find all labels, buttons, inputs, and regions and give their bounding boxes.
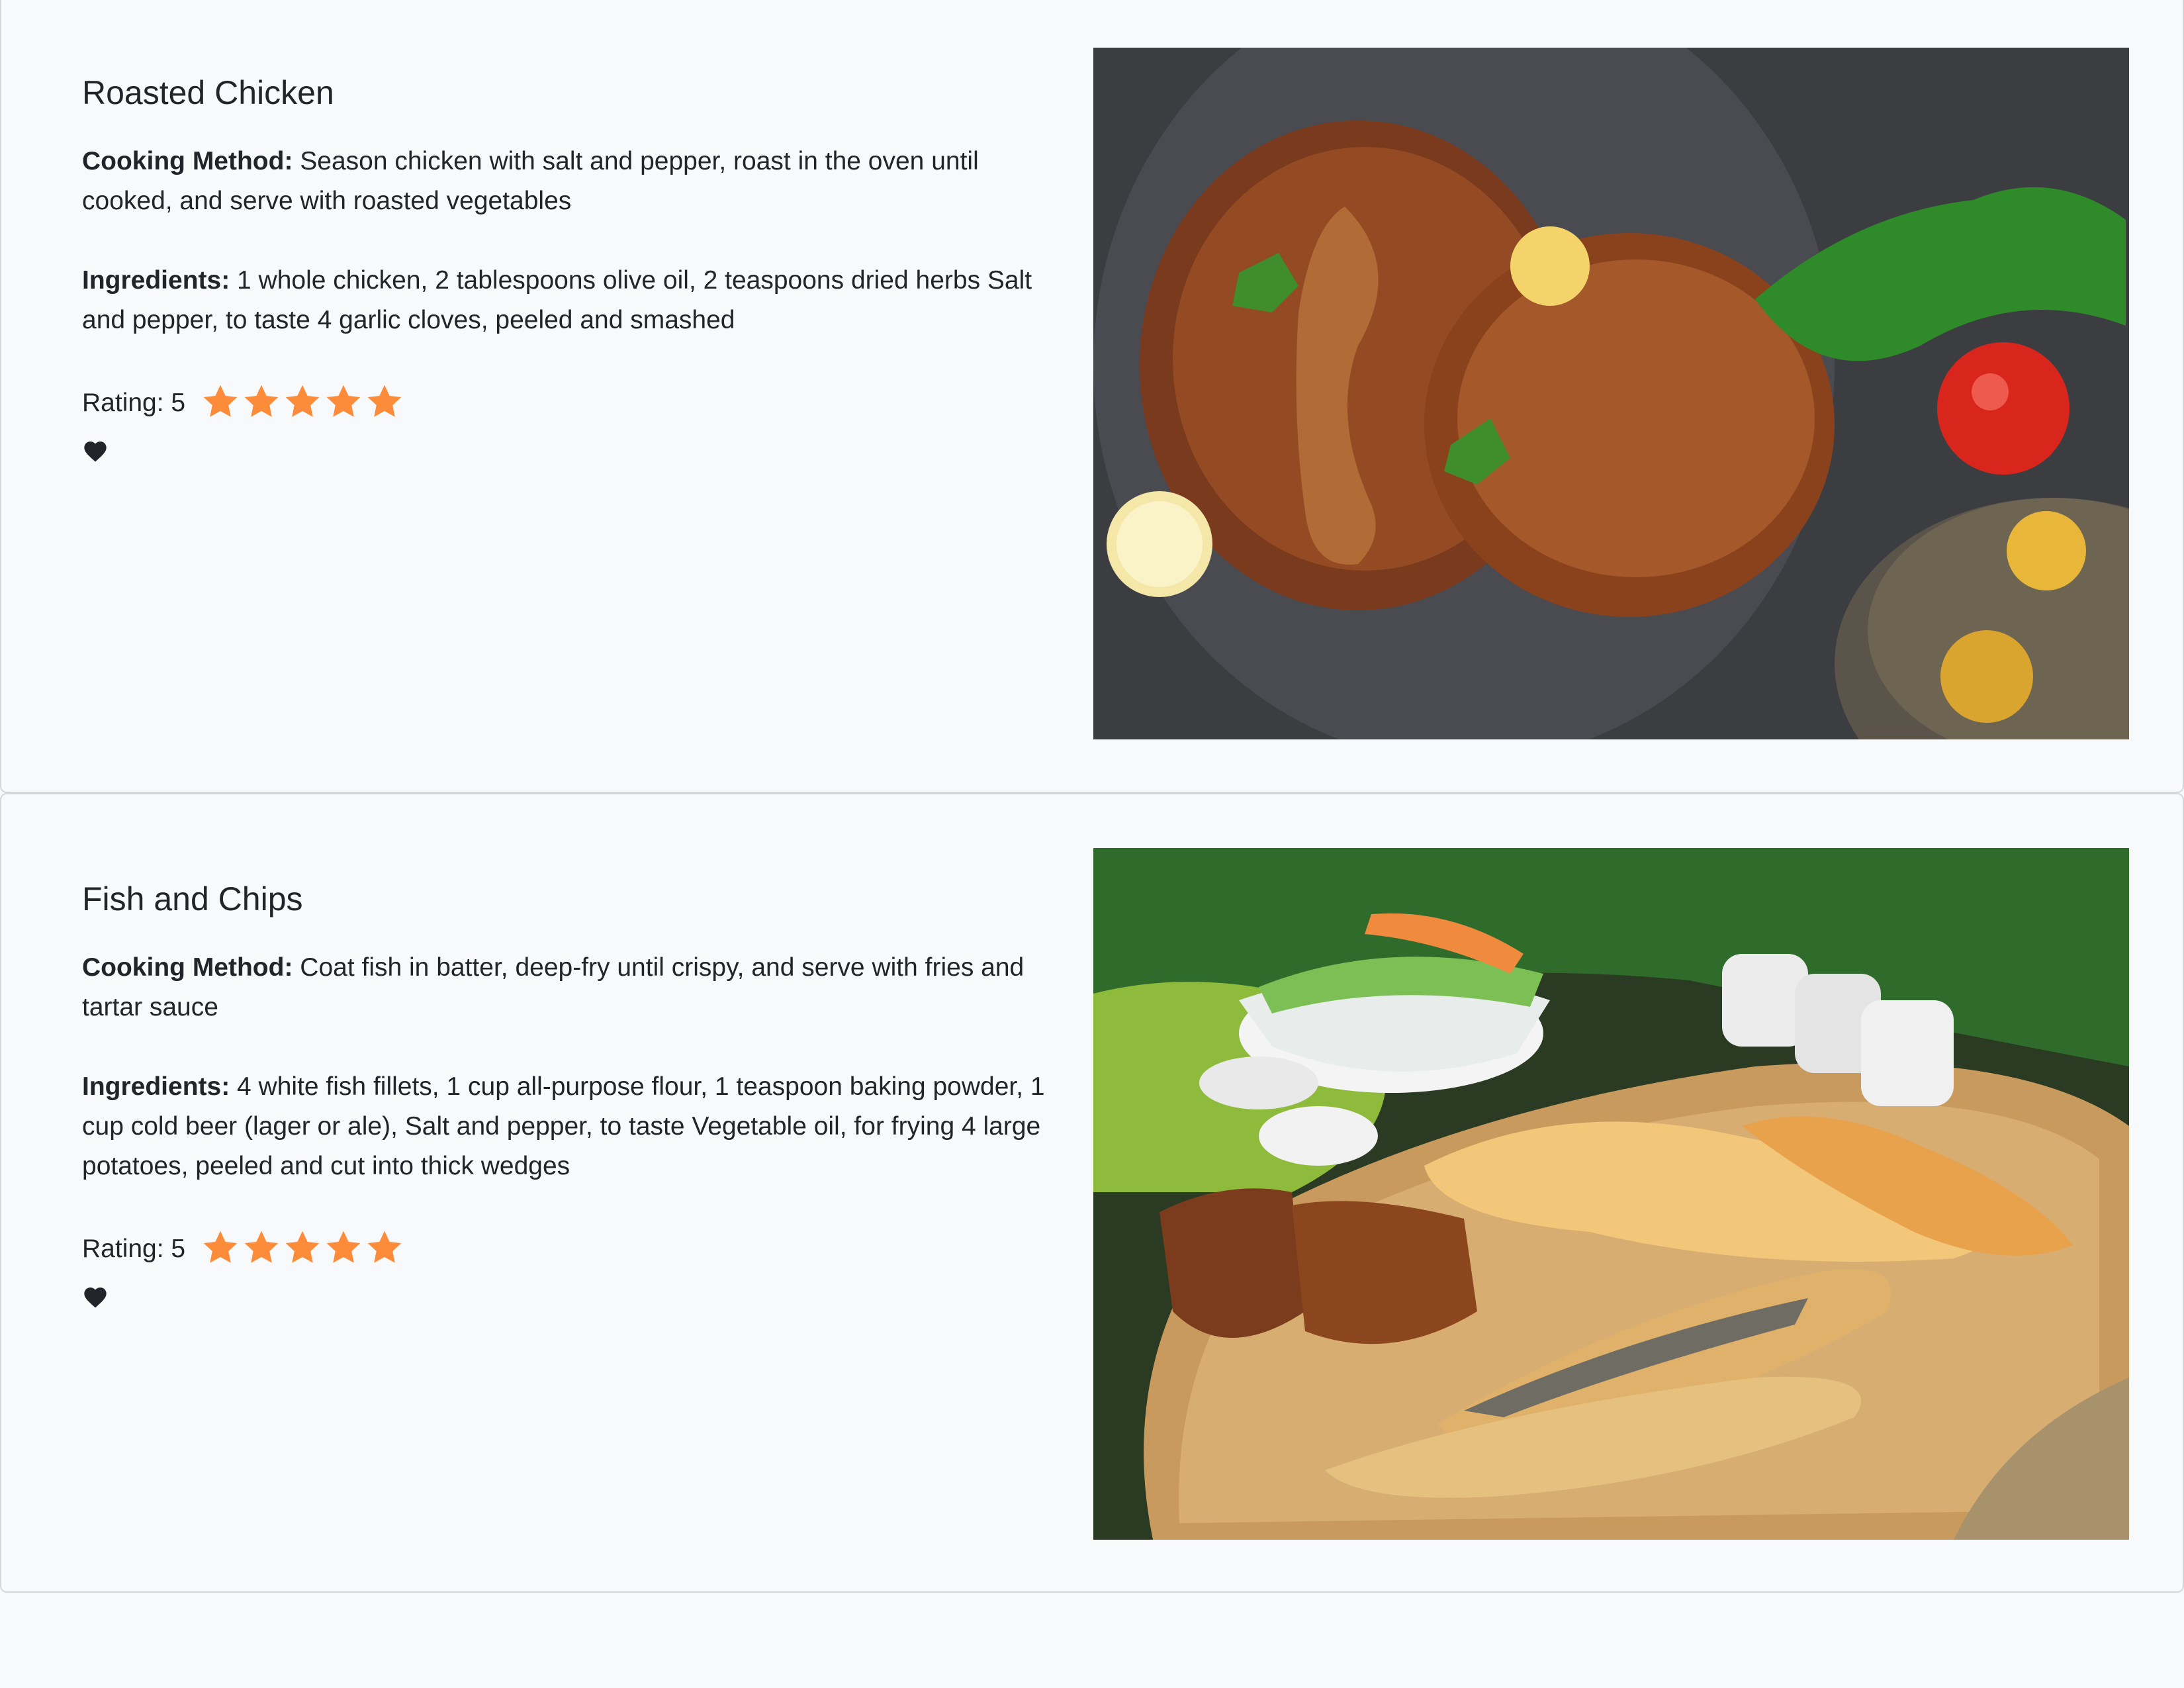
star-rating xyxy=(200,1227,405,1272)
rating-label: Rating: 5 xyxy=(82,1235,186,1263)
ingredients: Ingredients: 1 whole chicken, 2 tablespo… xyxy=(82,261,1055,340)
rating: Rating: 5 xyxy=(82,380,1055,426)
recipe-title: Roasted Chicken xyxy=(82,74,334,111)
cooking-method: Cooking Method: Coat fish in batter, dee… xyxy=(82,948,1055,1027)
star-icon xyxy=(200,381,241,422)
star-icon xyxy=(241,381,282,422)
recipe-card: Fish and Chips Cooking Method: Coat fish… xyxy=(0,793,2184,1593)
star-icon xyxy=(323,381,364,422)
cooking-method-label: Cooking Method: xyxy=(82,953,293,982)
recipe-image-roasted-chicken xyxy=(1093,48,2129,739)
star-icon xyxy=(364,381,405,422)
star-icon xyxy=(364,1227,405,1268)
ingredients: Ingredients: 4 white fish fillets, 1 cup… xyxy=(82,1067,1055,1186)
cooking-method-label: Cooking Method: xyxy=(82,147,293,175)
star-icon xyxy=(282,381,323,422)
ingredients-label: Ingredients: xyxy=(82,1072,230,1101)
star-rating xyxy=(200,381,405,426)
recipe-details: Roasted Chicken Cooking Method: Season c… xyxy=(82,73,1055,465)
ingredients-label: Ingredients: xyxy=(82,266,230,295)
recipe-details: Fish and Chips Cooking Method: Coat fish… xyxy=(82,879,1055,1311)
rating: Rating: 5 xyxy=(82,1226,1055,1272)
star-icon xyxy=(282,1227,323,1268)
star-icon xyxy=(323,1227,364,1268)
heart-icon[interactable] xyxy=(82,438,109,465)
heart-icon[interactable] xyxy=(82,1284,109,1311)
star-icon xyxy=(200,1227,241,1268)
recipe-image-fish-and-chips xyxy=(1093,848,2129,1540)
cooking-method: Cooking Method: Season chicken with salt… xyxy=(82,142,1055,221)
recipe-title: Fish and Chips xyxy=(82,880,303,917)
recipe-card: Roasted Chicken Cooking Method: Season c… xyxy=(0,0,2184,793)
star-icon xyxy=(241,1227,282,1268)
rating-label: Rating: 5 xyxy=(82,389,186,417)
